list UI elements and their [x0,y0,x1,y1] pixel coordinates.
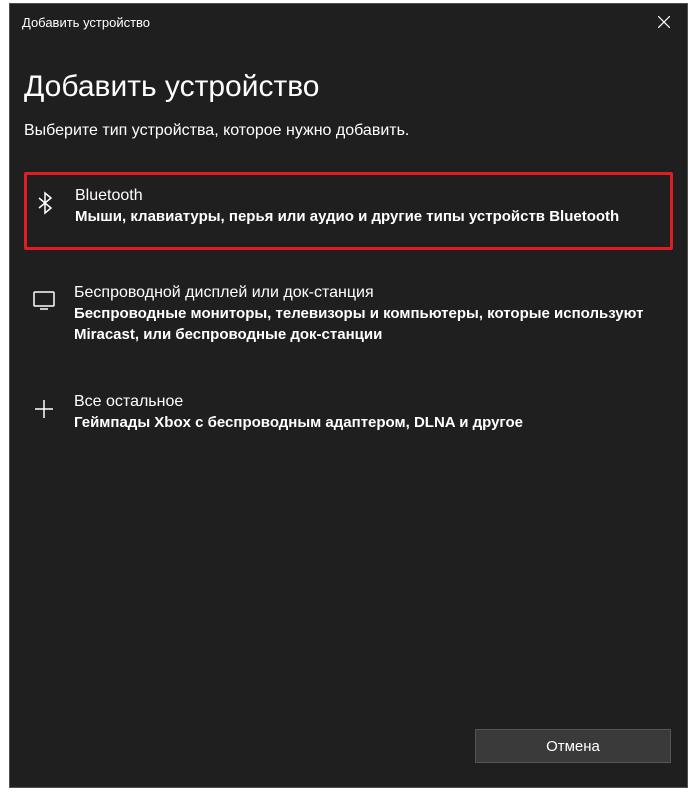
dialog-content: Добавить устройство Выберите тип устройс… [10,40,687,729]
option-everything-else[interactable]: Все остальное Геймпады Xbox с беспроводн… [24,379,673,447]
option-bluetooth[interactable]: Bluetooth Мыши, клавиатуры, перья или ау… [24,172,673,250]
dialog-footer: Отмена [10,729,687,787]
page-title: Добавить устройство [24,70,673,104]
plus-icon [30,395,58,423]
option-bluetooth-description: Мыши, клавиатуры, перья или аудио и друг… [75,207,619,227]
device-type-list: Bluetooth Мыши, клавиатуры, перья или ау… [24,172,673,447]
option-wireless-display-title: Беспроводной дисплей или док-станция [74,284,663,302]
option-everything-else-text: Все остальное Геймпады Xbox с беспроводн… [74,393,523,433]
page-subtitle: Выберите тип устройства, которое нужно д… [24,122,673,140]
window-title: Добавить устройство [22,15,150,30]
option-wireless-display[interactable]: Беспроводной дисплей или док-станция Бес… [24,270,673,359]
close-button[interactable] [641,4,687,40]
titlebar: Добавить устройство [10,4,687,40]
option-wireless-display-text: Беспроводной дисплей или док-станция Бес… [74,284,663,345]
monitor-icon [30,286,58,314]
cancel-button[interactable]: Отмена [475,729,671,763]
option-wireless-display-description: Беспроводные мониторы, телевизоры и комп… [74,304,663,345]
add-device-dialog: Добавить устройство Добавить устройство … [9,3,688,788]
option-everything-else-title: Все остальное [74,393,523,411]
option-bluetooth-title: Bluetooth [75,187,619,205]
bluetooth-icon [31,189,59,217]
option-everything-else-description: Геймпады Xbox с беспроводным адаптером, … [74,413,523,433]
option-bluetooth-text: Bluetooth Мыши, клавиатуры, перья или ау… [75,187,619,227]
close-icon [658,16,670,28]
